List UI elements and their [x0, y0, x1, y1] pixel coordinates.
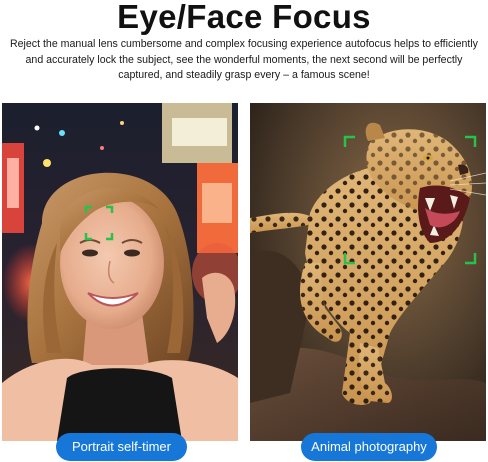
portrait-photo [2, 103, 238, 441]
page-description: Reject the manual lens cumbersome and co… [10, 38, 478, 82]
leopard-photo [250, 103, 486, 441]
portrait-self-timer-label: Portrait self-timer [56, 433, 187, 461]
animal-photography-label: Animal photography [301, 433, 437, 461]
page-title: Eye/Face Focus [117, 0, 371, 35]
